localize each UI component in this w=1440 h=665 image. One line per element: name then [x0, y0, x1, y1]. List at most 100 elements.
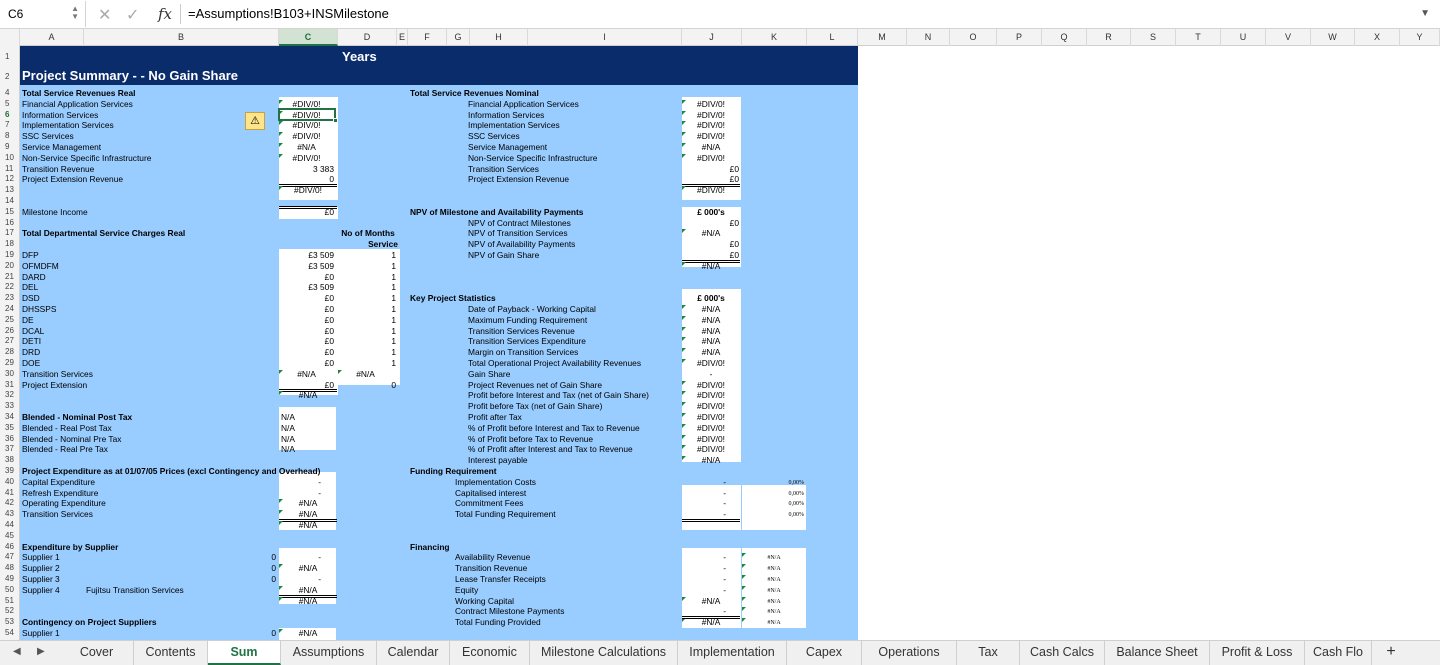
column-header-d[interactable]: D	[338, 29, 397, 46]
tab-cash-calcs[interactable]: Cash Calcs	[1020, 641, 1105, 665]
cancel-icon[interactable]: ✕	[98, 5, 111, 25]
tab-calendar[interactable]: Calendar	[377, 641, 450, 665]
column-header-r[interactable]: R	[1087, 29, 1131, 46]
column-header-e[interactable]: E	[397, 29, 408, 46]
row-header-20[interactable]: 20	[0, 261, 20, 271]
row-header-35[interactable]: 35	[0, 423, 20, 433]
row-header-49[interactable]: 49	[0, 574, 20, 584]
tab-cash-flo[interactable]: Cash Flo	[1305, 641, 1372, 665]
warning-icon[interactable]: ⚠	[245, 112, 265, 130]
row-header-1[interactable]: 1	[0, 52, 20, 62]
column-header-n[interactable]: N	[907, 29, 950, 46]
select-all-corner[interactable]	[0, 29, 20, 46]
row-header-40[interactable]: 40	[0, 477, 20, 487]
row-header-46[interactable]: 46	[0, 542, 20, 552]
tab-tax[interactable]: Tax	[957, 641, 1020, 665]
row-header-12[interactable]: 12	[0, 174, 20, 184]
row-header-54[interactable]: 54	[0, 628, 20, 638]
row-header-50[interactable]: 50	[0, 585, 20, 595]
tab-sum[interactable]: Sum	[208, 641, 281, 665]
row-header-39[interactable]: 39	[0, 466, 20, 476]
column-header-j[interactable]: J	[682, 29, 742, 46]
row-header-26[interactable]: 26	[0, 326, 20, 336]
row-header-23[interactable]: 23	[0, 293, 20, 303]
row-header-15[interactable]: 15	[0, 207, 20, 217]
column-header-b[interactable]: B	[84, 29, 279, 46]
tab-prev-icon[interactable]: ◀	[13, 646, 21, 657]
row-header-13[interactable]: 13	[0, 185, 20, 195]
tab-balance-sheet[interactable]: Balance Sheet	[1105, 641, 1210, 665]
column-header-p[interactable]: P	[997, 29, 1042, 46]
row-header-48[interactable]: 48	[0, 563, 20, 573]
column-header-i[interactable]: I	[528, 29, 682, 46]
row-header-17[interactable]: 17	[0, 228, 20, 238]
row-header-43[interactable]: 43	[0, 509, 20, 519]
tab-next-icon[interactable]: ▶	[37, 646, 45, 657]
name-box[interactable]: C6 ▲ ▼	[0, 1, 86, 27]
formula-input[interactable]: =Assumptions!B103+INSMilestone	[188, 6, 389, 21]
column-header-m[interactable]: M	[858, 29, 907, 46]
column-header-v[interactable]: V	[1266, 29, 1311, 46]
row-header-9[interactable]: 9	[0, 142, 20, 152]
row-header-38[interactable]: 38	[0, 455, 20, 465]
column-header-w[interactable]: W	[1311, 29, 1355, 46]
row-header-28[interactable]: 28	[0, 347, 20, 357]
column-header-l[interactable]: L	[807, 29, 858, 46]
column-header-u[interactable]: U	[1221, 29, 1266, 46]
row-header-8[interactable]: 8	[0, 131, 20, 141]
tab-assumptions[interactable]: Assumptions	[281, 641, 377, 665]
row-header-47[interactable]: 47	[0, 552, 20, 562]
row-header-41[interactable]: 41	[0, 488, 20, 498]
column-header-h[interactable]: H	[470, 29, 528, 46]
column-header-s[interactable]: S	[1131, 29, 1176, 46]
row-header-11[interactable]: 11	[0, 164, 20, 174]
row-header-14[interactable]: 14	[0, 196, 20, 206]
column-header-a[interactable]: A	[20, 29, 84, 46]
row-header-51[interactable]: 51	[0, 596, 20, 606]
row-header-16[interactable]: 16	[0, 218, 20, 228]
row-header-31[interactable]: 31	[0, 380, 20, 390]
tab-implementation[interactable]: Implementation	[678, 641, 787, 665]
row-header-36[interactable]: 36	[0, 434, 20, 444]
row-header-33[interactable]: 33	[0, 401, 20, 411]
name-box-stepper-icon[interactable]: ▲ ▼	[71, 5, 79, 21]
row-header-34[interactable]: 34	[0, 412, 20, 422]
sheet-grid[interactable]: Years Project Summary - - No Gain Share …	[20, 46, 1440, 640]
row-header-7[interactable]: 7	[0, 120, 20, 130]
row-header-5[interactable]: 5	[0, 99, 20, 109]
row-header-21[interactable]: 21	[0, 272, 20, 282]
tab-contents[interactable]: Contents	[134, 641, 208, 665]
tab-economic[interactable]: Economic	[450, 641, 530, 665]
column-header-o[interactable]: O	[950, 29, 997, 46]
row-header-42[interactable]: 42	[0, 498, 20, 508]
column-header-f[interactable]: F	[408, 29, 447, 46]
row-header-45[interactable]: 45	[0, 531, 20, 541]
column-header-q[interactable]: Q	[1042, 29, 1087, 46]
selected-cell[interactable]	[278, 108, 336, 121]
column-header-x[interactable]: X	[1355, 29, 1400, 46]
row-header-37[interactable]: 37	[0, 444, 20, 454]
row-header-25[interactable]: 25	[0, 315, 20, 325]
row-header-6[interactable]: 6	[0, 110, 20, 120]
row-header-32[interactable]: 32	[0, 390, 20, 400]
row-header-44[interactable]: 44	[0, 520, 20, 530]
enter-icon[interactable]: ✓	[126, 5, 139, 25]
column-header-y[interactable]: Y	[1400, 29, 1440, 46]
fill-handle[interactable]	[333, 118, 338, 123]
function-icon[interactable]: fx	[158, 5, 172, 23]
row-header-29[interactable]: 29	[0, 358, 20, 368]
column-header-g[interactable]: G	[447, 29, 470, 46]
row-header-27[interactable]: 27	[0, 336, 20, 346]
row-header-30[interactable]: 30	[0, 369, 20, 379]
tab-milestone-calculations[interactable]: Milestone Calculations	[530, 641, 678, 665]
row-header-53[interactable]: 53	[0, 617, 20, 627]
row-header-2[interactable]: 2	[0, 72, 20, 82]
tab-operations[interactable]: Operations	[862, 641, 957, 665]
chevron-down-icon[interactable]: ▼	[1420, 8, 1430, 19]
row-header-19[interactable]: 19	[0, 250, 20, 260]
row-header-22[interactable]: 22	[0, 282, 20, 292]
row-header-18[interactable]: 18	[0, 239, 20, 249]
column-header-t[interactable]: T	[1176, 29, 1221, 46]
row-header-10[interactable]: 10	[0, 153, 20, 163]
column-header-k[interactable]: K	[742, 29, 807, 46]
